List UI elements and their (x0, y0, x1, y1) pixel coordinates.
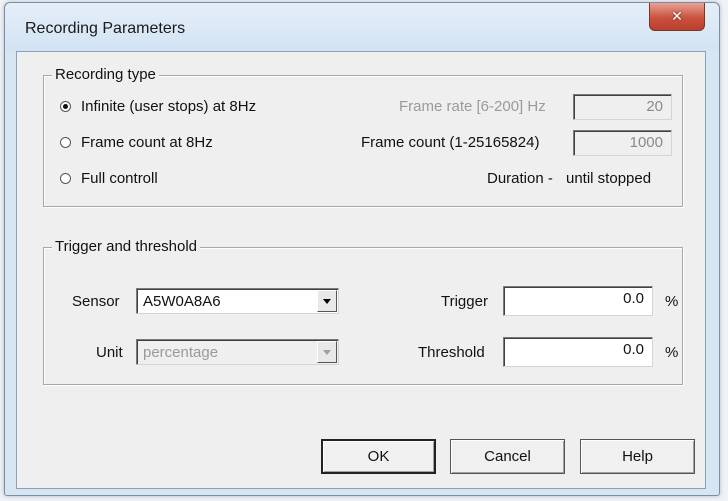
duration-label: Duration - (487, 170, 553, 187)
sensor-value: A5W0A8A6 (143, 293, 221, 310)
unit-label: Unit (96, 344, 123, 361)
radio-full-control-label: Full controll (81, 170, 158, 187)
dialog-window: Recording Parameters ✕ Recording type In… (4, 2, 720, 496)
unit-dropdown-button[interactable] (317, 341, 337, 363)
frame-rate-input[interactable]: 20 (573, 94, 672, 120)
frame-rate-label: Frame rate [6-200] Hz (399, 98, 546, 115)
trigger-threshold-group: Trigger and threshold Sensor A5W0A8A6 Un… (43, 238, 683, 385)
radio-indicator[interactable] (60, 173, 71, 184)
title-bar: Recording Parameters ✕ (5, 3, 719, 51)
frame-count-label: Frame count (1-25165824) (361, 134, 540, 151)
dialog-body: Recording type Infinite (user stops) at … (16, 51, 706, 489)
trigger-label: Trigger (441, 293, 488, 310)
trigger-input[interactable]: 0.0 (503, 286, 653, 316)
trigger-percent-sign: % (665, 293, 679, 310)
radio-frame-count-label: Frame count at 8Hz (81, 134, 213, 151)
sensor-label: Sensor (72, 293, 120, 310)
sensor-select[interactable]: A5W0A8A6 (136, 288, 339, 314)
close-button[interactable]: ✕ (649, 3, 705, 31)
trigger-threshold-label: Trigger and threshold (52, 238, 201, 256)
radio-full-control[interactable]: Full controll (60, 170, 158, 187)
recording-type-group: Recording type Infinite (user stops) at … (43, 66, 683, 207)
recording-type-label: Recording type (52, 66, 159, 84)
close-icon: ✕ (671, 8, 683, 25)
chevron-down-icon (323, 349, 331, 355)
threshold-label: Threshold (418, 344, 485, 361)
frame-count-input[interactable]: 1000 (573, 130, 672, 156)
duration-value: until stopped (566, 170, 652, 187)
chevron-down-icon (323, 298, 331, 304)
cancel-button[interactable]: Cancel (450, 439, 565, 474)
threshold-percent-sign: % (665, 344, 679, 361)
radio-indicator[interactable] (60, 101, 71, 112)
radio-indicator[interactable] (60, 137, 71, 148)
radio-infinite[interactable]: Infinite (user stops) at 8Hz (60, 98, 256, 115)
window-title: Recording Parameters (25, 20, 186, 37)
unit-select[interactable]: percentage (136, 339, 339, 365)
radio-infinite-label: Infinite (user stops) at 8Hz (81, 98, 257, 115)
unit-value: percentage (143, 344, 219, 361)
threshold-input[interactable]: 0.0 (503, 337, 653, 367)
ok-button[interactable]: OK (321, 439, 436, 474)
help-button[interactable]: Help (580, 439, 695, 474)
radio-frame-count[interactable]: Frame count at 8Hz (60, 134, 213, 151)
sensor-dropdown-button[interactable] (317, 290, 337, 312)
